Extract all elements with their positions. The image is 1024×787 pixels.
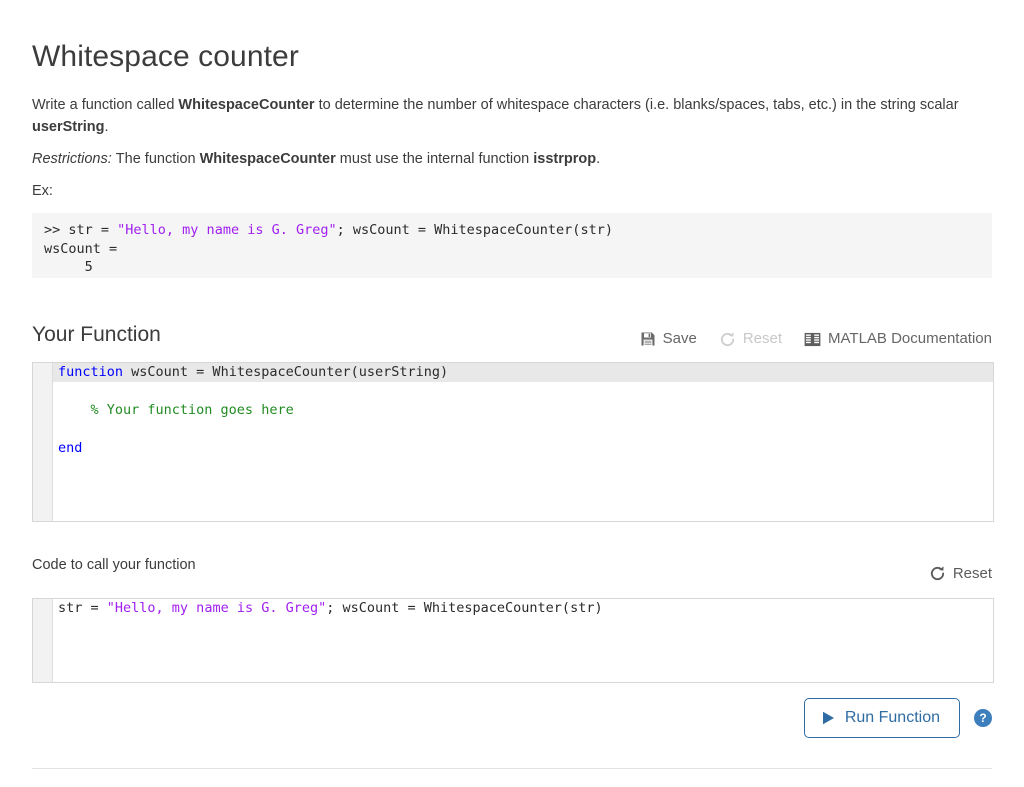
code-text[interactable]: end bbox=[53, 439, 993, 458]
reset-function-button[interactable]: Reset bbox=[719, 330, 782, 348]
call-code-heading: Code to call your function bbox=[32, 557, 196, 573]
code-text[interactable]: function wsCount = WhitespaceCounter(use… bbox=[53, 363, 993, 382]
call-code-lines[interactable]: 1str = "Hello, my name is G. Greg"; wsCo… bbox=[33, 599, 993, 618]
run-function-button-label: Run Function bbox=[844, 709, 940, 726]
call-code-editor[interactable]: 1str = "Hello, my name is G. Greg"; wsCo… bbox=[32, 598, 994, 683]
bottom-divider bbox=[32, 768, 992, 769]
restrictions-line: Restrictions: The function WhitespaceCoun… bbox=[32, 149, 962, 169]
floppy-disk-icon bbox=[640, 331, 656, 347]
reset-function-button-label: Reset bbox=[742, 330, 783, 347]
example-output-block: >> str = "Hello, my name is G. Greg"; ws… bbox=[32, 213, 992, 278]
run-row: Run Function ? bbox=[803, 698, 992, 738]
code-line[interactable]: 2 bbox=[33, 382, 993, 401]
restrictions-internal-function: isstrprop bbox=[533, 151, 597, 167]
prompt-function-name: WhitespaceCounter bbox=[178, 97, 315, 113]
circular-arrow-icon bbox=[929, 565, 946, 582]
code-line[interactable]: 1str = "Hello, my name is G. Greg"; wsCo… bbox=[33, 599, 993, 618]
example-label: Ex: bbox=[32, 183, 53, 199]
code-text[interactable]: str = "Hello, my name is G. Greg"; wsCou… bbox=[53, 599, 993, 618]
page-title: Whitespace counter bbox=[32, 40, 299, 73]
matlab-documentation-button[interactable]: MATLAB Documentation bbox=[804, 330, 992, 348]
code-text[interactable] bbox=[53, 382, 993, 401]
prompt-text-middle: to determine the number of whitespace ch… bbox=[314, 97, 959, 113]
exercise-page: Whitespace counter Write a function call… bbox=[0, 0, 1024, 787]
your-function-heading: Your Function bbox=[32, 323, 161, 346]
reset-call-code-label: Reset bbox=[952, 565, 992, 582]
code-token: str = bbox=[58, 600, 107, 616]
editor-gutter bbox=[33, 363, 53, 521]
restrictions-label: Restrictions: bbox=[32, 151, 112, 167]
example-line1-prefix: >> str = bbox=[44, 222, 118, 238]
code-text[interactable]: % Your function goes here bbox=[53, 401, 993, 420]
editor-toolbar: Save Reset MATLAB Documentation bbox=[640, 330, 992, 348]
prompt-argument-name: userString bbox=[32, 119, 105, 135]
save-button-label: Save bbox=[662, 330, 697, 347]
restrictions-function-name: WhitespaceCounter bbox=[199, 151, 336, 167]
code-token: end bbox=[58, 440, 83, 456]
code-line[interactable]: 1function wsCount = WhitespaceCounter(us… bbox=[33, 363, 993, 382]
matlab-documentation-label: MATLAB Documentation bbox=[828, 330, 992, 347]
prompt-text-after: . bbox=[104, 119, 109, 135]
code-token: "Hello, my name is G. Greg" bbox=[106, 600, 327, 616]
reset-call-code-button[interactable]: Reset bbox=[929, 565, 992, 582]
run-function-button[interactable]: Run Function bbox=[803, 698, 960, 738]
save-button[interactable]: Save bbox=[640, 330, 697, 348]
problem-statement: Write a function called WhitespaceCounte… bbox=[32, 94, 962, 138]
code-text[interactable] bbox=[53, 420, 993, 439]
book-icon bbox=[804, 332, 821, 347]
code-token: function bbox=[58, 364, 124, 380]
restrictions-text-after: . bbox=[596, 151, 601, 167]
code-token: wsCount = WhitespaceCounter(userString) bbox=[123, 364, 449, 380]
restrictions-text-middle: must use the internal function bbox=[335, 151, 534, 167]
example-line1-suffix: ; wsCount = WhitespaceCounter(str) bbox=[336, 222, 613, 238]
circular-arrow-icon bbox=[719, 331, 736, 348]
code-token: ; wsCount = WhitespaceCounter(str) bbox=[326, 600, 603, 616]
function-code-lines[interactable]: 1function wsCount = WhitespaceCounter(us… bbox=[33, 363, 993, 458]
example-line2: wsCount = bbox=[44, 240, 118, 257]
code-token: % Your function goes here bbox=[58, 402, 294, 418]
editor-gutter bbox=[33, 599, 53, 682]
function-code-editor[interactable]: 1function wsCount = WhitespaceCounter(us… bbox=[32, 362, 994, 522]
question-mark-icon[interactable]: ? bbox=[974, 709, 992, 727]
restrictions-text-before: The function bbox=[115, 151, 200, 167]
example-line1-string: "Hello, my name is G. Greg" bbox=[117, 222, 337, 238]
code-line[interactable]: 4 bbox=[33, 420, 993, 439]
code-line[interactable]: 5end bbox=[33, 439, 993, 458]
prompt-text-before: Write a function called bbox=[32, 97, 179, 113]
example-line3: 5 bbox=[44, 259, 93, 275]
play-triangle-icon bbox=[822, 711, 835, 725]
code-line[interactable]: 3 % Your function goes here bbox=[33, 401, 993, 420]
